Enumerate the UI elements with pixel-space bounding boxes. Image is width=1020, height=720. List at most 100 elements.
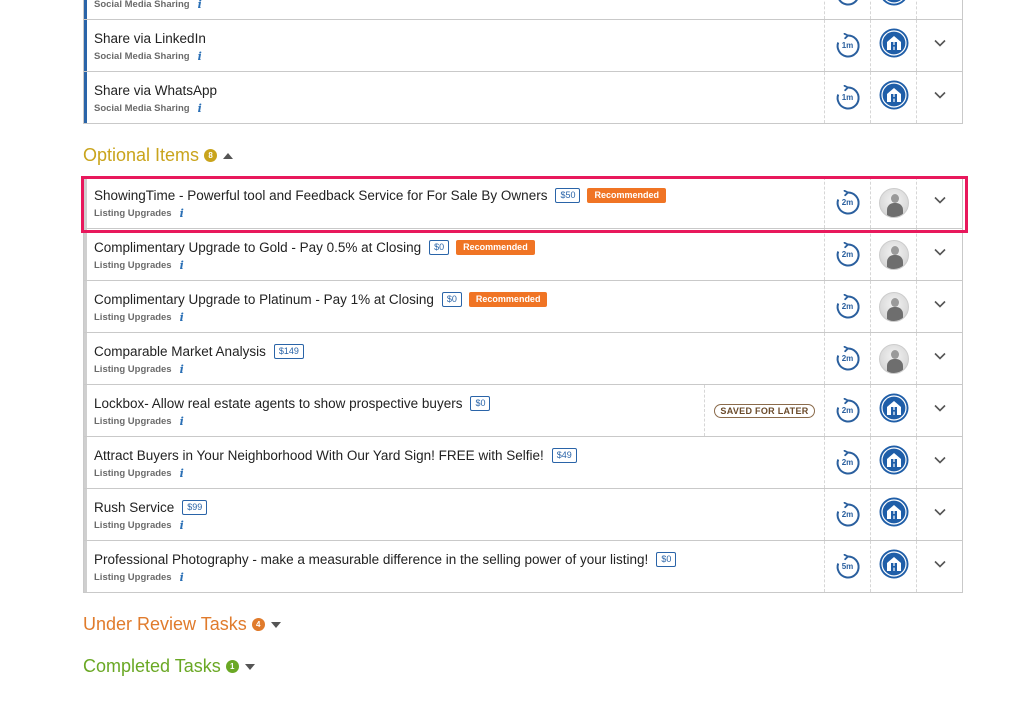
task-main-cell[interactable]: Social Media Sharing i [84, 0, 824, 19]
task-main-cell[interactable]: Share via WhatsApp Social Media Sharing i [84, 72, 824, 123]
task-category-line: Social Media Sharing i [94, 50, 824, 63]
time-estimate-cell: 1m [824, 20, 870, 71]
under-review-heading[interactable]: Under Review Tasks 4 [83, 614, 281, 635]
recommended-badge: Recommended [456, 239, 535, 255]
time-estimate-icon: 2m [835, 501, 861, 528]
task-title[interactable]: Professional Photography - make a measur… [94, 552, 648, 567]
expand-cell[interactable] [916, 72, 962, 123]
time-estimate-label: 5m [841, 561, 854, 571]
caret-down-icon[interactable] [270, 621, 281, 628]
task-main-cell[interactable]: Share via LinkedIn Social Media Sharing i [84, 20, 824, 71]
chevron-down-icon[interactable] [933, 193, 947, 212]
task-title[interactable]: Comparable Market Analysis [94, 344, 266, 359]
agent-avatar[interactable] [878, 187, 909, 218]
task-title[interactable]: ShowingTime - Powerful tool and Feedback… [94, 188, 547, 203]
expand-cell[interactable] [916, 385, 962, 436]
expand-cell[interactable] [916, 0, 962, 19]
task-row[interactable]: Attract Buyers in Your Neighborhood With… [84, 437, 962, 489]
chevron-down-icon[interactable] [933, 401, 947, 420]
house-icon[interactable] [879, 497, 909, 532]
chevron-down-icon[interactable] [933, 36, 947, 55]
owner-cell [870, 229, 916, 280]
info-icon[interactable]: i [198, 50, 202, 63]
task-main-cell[interactable]: Comparable Market Analysis $149 Listing Up… [84, 333, 824, 384]
caret-down-icon[interactable] [244, 663, 255, 670]
chevron-down-icon[interactable] [933, 453, 947, 472]
house-icon[interactable] [879, 80, 909, 115]
task-title[interactable]: Share via LinkedIn [94, 31, 206, 46]
task-main-cell[interactable]: Rush Service $99 Listing Upgrades i [84, 489, 824, 540]
task-title-line: Rush Service $99 [94, 497, 824, 517]
saved-for-later-badge[interactable]: SAVED FOR LATER [714, 403, 815, 418]
agent-avatar[interactable] [878, 239, 909, 270]
caret-up-icon[interactable] [223, 152, 234, 159]
house-icon[interactable] [879, 28, 909, 63]
chevron-down-icon[interactable] [933, 297, 947, 316]
task-row[interactable]: Rush Service $99 Listing Upgrades i 2m [84, 489, 962, 541]
task-title-line: Comparable Market Analysis $149 [94, 341, 824, 361]
chevron-down-icon[interactable] [933, 88, 947, 107]
completed-heading[interactable]: Completed Tasks 1 [83, 656, 255, 677]
task-title[interactable]: Lockbox- Allow real estate agents to sho… [94, 396, 462, 411]
task-title-line: Complimentary Upgrade to Gold - Pay 0.5%… [94, 237, 824, 257]
info-icon[interactable]: i [180, 415, 184, 428]
time-estimate-icon: 2m [835, 449, 861, 476]
task-title-line: Lockbox- Allow real estate agents to sho… [94, 393, 704, 413]
info-icon[interactable]: i [180, 519, 184, 532]
info-icon[interactable]: i [180, 259, 184, 272]
expand-cell[interactable] [916, 281, 962, 332]
task-row[interactable]: Share via WhatsApp Social Media Sharing i 1… [84, 72, 962, 124]
house-icon[interactable] [879, 0, 909, 11]
optional-items-heading[interactable]: Optional Items 8 [83, 145, 234, 166]
house-icon[interactable] [879, 445, 909, 480]
completed-title: Completed Tasks [83, 656, 221, 676]
info-icon[interactable]: i [180, 571, 184, 584]
info-icon[interactable]: i [180, 363, 184, 376]
task-main-cell[interactable]: Complimentary Upgrade to Platinum - Pay … [84, 281, 824, 332]
info-icon[interactable]: i [198, 102, 202, 115]
task-title[interactable]: Share via WhatsApp [94, 83, 217, 98]
info-icon[interactable]: i [180, 311, 184, 324]
info-icon[interactable]: i [198, 0, 202, 11]
expand-cell[interactable] [916, 20, 962, 71]
task-title[interactable]: Complimentary Upgrade to Gold - Pay 0.5%… [94, 240, 421, 255]
info-icon[interactable]: i [180, 207, 184, 220]
task-row[interactable]: Share via LinkedIn Social Media Sharing i 1… [84, 20, 962, 72]
task-main-cell[interactable]: Professional Photography - make a measur… [84, 541, 824, 592]
expand-cell[interactable] [916, 333, 962, 384]
task-row[interactable]: Social Media Sharing i 1m [84, 0, 962, 20]
chevron-down-icon[interactable] [933, 557, 947, 576]
task-category: Listing Upgrades [94, 312, 172, 323]
task-row[interactable]: Complimentary Upgrade to Platinum - Pay … [84, 281, 962, 333]
expand-cell[interactable] [916, 177, 962, 228]
expand-cell[interactable] [916, 541, 962, 592]
task-row[interactable]: Professional Photography - make a measur… [84, 541, 962, 593]
time-estimate-label: 2m [841, 197, 854, 207]
expand-cell[interactable] [916, 489, 962, 540]
task-main-cell[interactable]: Lockbox- Allow real estate agents to sho… [84, 385, 704, 436]
chevron-down-icon[interactable] [933, 349, 947, 368]
agent-avatar[interactable] [878, 343, 909, 374]
chevron-down-icon[interactable] [933, 0, 947, 3]
house-icon[interactable] [879, 549, 909, 584]
task-row[interactable]: Complimentary Upgrade to Gold - Pay 0.5%… [84, 229, 962, 281]
task-row[interactable]: Comparable Market Analysis $149 Listing Up… [84, 333, 962, 385]
task-title[interactable]: Complimentary Upgrade to Platinum - Pay … [94, 292, 434, 307]
time-estimate-cell: 1m [824, 72, 870, 123]
house-icon[interactable] [879, 393, 909, 428]
task-title[interactable]: Rush Service [94, 500, 174, 515]
chevron-down-icon[interactable] [933, 245, 947, 264]
task-main-cell[interactable]: Complimentary Upgrade to Gold - Pay 0.5%… [84, 229, 824, 280]
info-icon[interactable]: i [180, 467, 184, 480]
expand-cell[interactable] [916, 437, 962, 488]
task-main-cell[interactable]: Attract Buyers in Your Neighborhood With… [84, 437, 824, 488]
task-row[interactable]: ShowingTime - Powerful tool and Feedback… [84, 177, 962, 229]
task-row[interactable]: Lockbox- Allow real estate agents to sho… [84, 385, 962, 437]
task-main-cell[interactable]: ShowingTime - Powerful tool and Feedback… [84, 177, 824, 228]
optional-task-list: ShowingTime - Powerful tool and Feedback… [83, 176, 963, 593]
chevron-down-icon[interactable] [933, 505, 947, 524]
expand-cell[interactable] [916, 229, 962, 280]
task-title[interactable]: Attract Buyers in Your Neighborhood With… [94, 448, 544, 463]
agent-avatar[interactable] [878, 291, 909, 322]
time-estimate-label: 2m [841, 509, 854, 519]
